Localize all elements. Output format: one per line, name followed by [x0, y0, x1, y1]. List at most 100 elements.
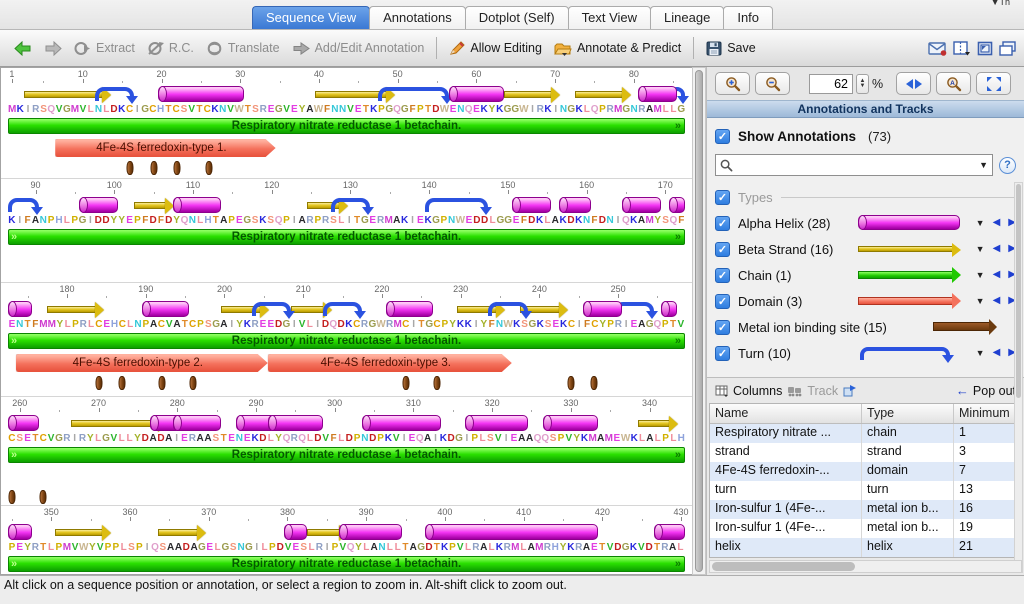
residue[interactable]: P [283, 215, 291, 227]
zoom-level-input[interactable] [809, 74, 853, 94]
beta-strand-previous-icon[interactable]: ◀ [993, 244, 1001, 254]
residue[interactable]: H [157, 104, 165, 116]
residue[interactable]: K [513, 319, 521, 331]
zoom-stepper[interactable]: ▲▼ [856, 74, 869, 94]
table-row[interactable]: Iron-sulfur 1 (4Fe-...metal ion b...16 [710, 500, 1021, 519]
residue[interactable]: F [24, 215, 32, 227]
residue[interactable]: I [622, 319, 630, 331]
residue[interactable]: L [386, 542, 394, 554]
residue[interactable]: V [456, 542, 464, 554]
column-header-type[interactable]: Type [862, 404, 954, 423]
table-row[interactable]: strandstrand3 [710, 443, 1021, 462]
residue[interactable]: G [401, 104, 409, 116]
residue[interactable]: P [112, 542, 120, 554]
residue[interactable]: N [496, 319, 504, 331]
residue[interactable]: R [614, 319, 622, 331]
residue[interactable]: E [465, 215, 473, 227]
residue[interactable]: L [126, 433, 134, 445]
residue[interactable]: A [298, 215, 306, 227]
residue[interactable]: L [543, 215, 551, 227]
turn-annotation[interactable] [8, 198, 39, 212]
residue[interactable]: L [214, 542, 222, 554]
residue[interactable]: N [378, 542, 386, 554]
residue[interactable]: V [637, 542, 645, 554]
residue[interactable]: P [104, 542, 112, 554]
sequence-view-panel[interactable]: 11020304050607080MKIRSQVGMVLNLDKCIGCHTCS… [0, 67, 692, 575]
residue[interactable]: F [330, 433, 338, 445]
residue[interactable]: S [159, 542, 167, 554]
residue[interactable]: M [588, 433, 596, 445]
metal-ion-binding-site-annotation[interactable] [402, 376, 409, 390]
residue[interactable]: N [448, 215, 456, 227]
residue[interactable]: S [229, 542, 237, 554]
residue[interactable]: P [228, 215, 236, 227]
residue[interactable]: E [16, 542, 24, 554]
residue[interactable]: Q [181, 215, 189, 227]
residue[interactable]: D [337, 319, 345, 331]
residue[interactable]: L [118, 433, 126, 445]
zoom-100-button[interactable]: A [936, 72, 971, 95]
beta-strand-annotation[interactable] [71, 420, 158, 427]
metal-ion-binding-site-annotation[interactable] [150, 161, 157, 175]
residue[interactable]: N [134, 319, 142, 331]
alpha-helix-annotation[interactable] [654, 524, 685, 540]
residue[interactable]: L [337, 215, 345, 227]
alpha-helix-annotation[interactable] [669, 197, 685, 213]
residue[interactable]: K [496, 104, 504, 116]
tab-annotations[interactable]: Annotations [369, 6, 466, 29]
zoom-out-button[interactable] [755, 72, 790, 95]
residue[interactable]: L [306, 433, 314, 445]
beta-strand-annotation[interactable] [315, 91, 386, 98]
residue[interactable]: V [339, 542, 347, 554]
residue[interactable]: L [261, 542, 269, 554]
residue[interactable]: R [543, 542, 551, 554]
residue[interactable]: D [182, 542, 190, 554]
residue[interactable]: Q [465, 104, 473, 116]
residue[interactable]: E [235, 215, 243, 227]
alpha-helix-annotation[interactable] [339, 524, 402, 540]
residue[interactable]: E [181, 433, 189, 445]
residue[interactable]: R [306, 215, 314, 227]
back-button[interactable] [8, 38, 38, 59]
residue[interactable]: I [290, 319, 298, 331]
residue[interactable]: Q [275, 215, 283, 227]
tab-lineage[interactable]: Lineage [650, 6, 724, 29]
residue[interactable]: V [55, 104, 63, 116]
fit-screen-button[interactable] [976, 72, 1011, 95]
residue[interactable]: G [55, 433, 63, 445]
residue[interactable]: Q [283, 433, 291, 445]
residue[interactable]: S [40, 104, 48, 116]
residue[interactable]: K [575, 104, 583, 116]
residue[interactable]: Y [654, 215, 662, 227]
domain-style-dropdown-icon[interactable]: ▼ [976, 296, 985, 306]
residue[interactable]: Y [488, 104, 496, 116]
residue[interactable]: I [133, 104, 141, 116]
residue[interactable]: V [96, 542, 104, 554]
residue[interactable]: T [39, 542, 47, 554]
residue[interactable]: L [670, 104, 678, 116]
residue[interactable]: I [71, 433, 79, 445]
alpha-helix-annotation[interactable] [559, 197, 590, 213]
residue[interactable]: S [204, 319, 212, 331]
residue[interactable]: Q [534, 433, 542, 445]
residue[interactable]: G [275, 104, 283, 116]
residue[interactable]: Y [86, 433, 94, 445]
residue[interactable]: V [188, 104, 196, 116]
residue[interactable]: M [48, 319, 56, 331]
residue[interactable]: M [645, 215, 653, 227]
residue[interactable]: P [557, 433, 565, 445]
residue[interactable]: F [591, 215, 599, 227]
residue[interactable]: K [559, 215, 567, 227]
turn-checkbox[interactable]: ✓ [715, 346, 730, 361]
column-header-minimum[interactable]: Minimum▲ [954, 404, 1021, 423]
residue[interactable]: I [323, 542, 331, 554]
residue[interactable]: R [661, 542, 669, 554]
residue[interactable]: N [606, 215, 614, 227]
metal-ion-binding-site-annotation[interactable] [189, 376, 196, 390]
table-row[interactable]: helixhelix21 [710, 538, 1021, 557]
residue[interactable]: W [503, 319, 512, 331]
residue[interactable]: T [32, 433, 40, 445]
columns-button[interactable]: Columns [715, 384, 782, 398]
residue[interactable]: D [141, 433, 149, 445]
residue[interactable]: I [614, 215, 622, 227]
